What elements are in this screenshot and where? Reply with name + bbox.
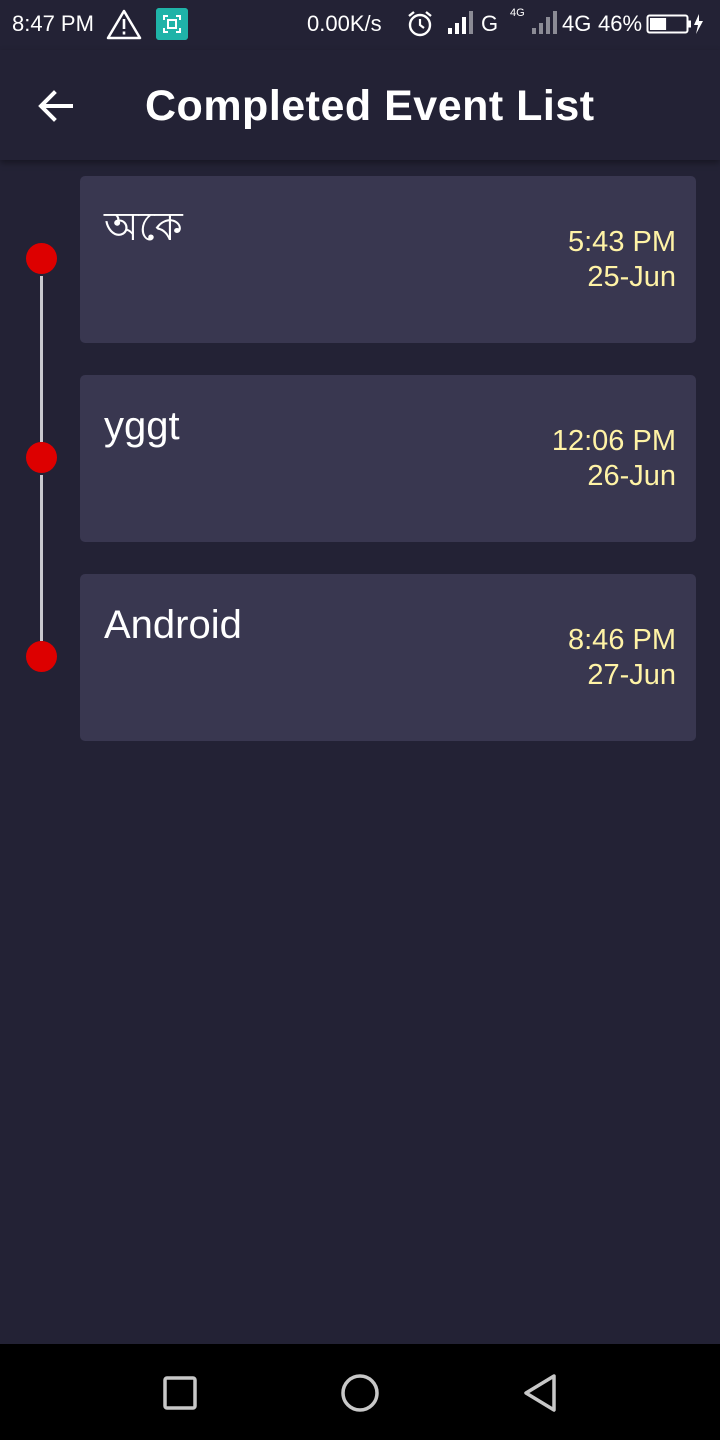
app-bar: Completed Event List [0, 50, 720, 160]
network-small-label: 4G [510, 7, 525, 19]
event-date: 27-Jun [587, 659, 676, 691]
event-time: 8:46 PM [568, 624, 676, 656]
home-icon [341, 1374, 379, 1412]
warning-icon [106, 9, 142, 40]
back-button[interactable] [26, 78, 86, 134]
navigation-bar [0, 1344, 720, 1440]
nav-back-button[interactable] [513, 1366, 567, 1420]
event-date: 26-Jun [587, 460, 676, 492]
signal-icon [532, 11, 557, 34]
screenshot-icon [156, 8, 188, 40]
timeline-dot [26, 442, 57, 473]
network-type-4g: 4G [562, 11, 592, 36]
event-time: 5:43 PM [568, 226, 676, 258]
event-title: অকে [104, 205, 183, 249]
timeline-dot [26, 641, 57, 672]
battery-charging-icon [646, 14, 703, 34]
event-card[interactable]: অকে 5:43 PM 25-Jun [80, 176, 696, 343]
event-card[interactable]: yggt 12:06 PM 26-Jun [80, 375, 696, 542]
event-card[interactable]: Android 8:46 PM 27-Jun [80, 574, 696, 741]
home-button[interactable] [333, 1366, 387, 1420]
network-type-g: G [481, 11, 499, 36]
event-date: 25-Jun [587, 261, 676, 293]
network-speed: 0.00K/s [307, 11, 382, 36]
alarm-icon [408, 11, 432, 37]
status-time: 8:47 PM [12, 11, 94, 36]
recent-apps-icon [163, 1376, 197, 1410]
event-time: 12:06 PM [551, 425, 676, 457]
screen: 8:47 PM 0.00K/s G 4G 4G 46% Completed Ev… [0, 0, 720, 1440]
signal-icon [448, 11, 473, 34]
battery-percent: 46% [598, 11, 643, 36]
page-title: Completed Event List [145, 82, 595, 130]
recent-apps-button[interactable] [153, 1366, 207, 1420]
event-list: অকে 5:43 PM 25-Jun yggt 12:06 PM 26-Jun … [0, 160, 720, 1344]
timeline-connector [40, 276, 43, 442]
event-title: Android [104, 603, 242, 647]
back-triangle-icon [524, 1374, 556, 1412]
timeline-dot [26, 243, 57, 274]
timeline-connector [40, 475, 43, 641]
status-bar: 8:47 PM 0.00K/s G 4G 4G 46% [0, 0, 720, 50]
arrow-left-icon [38, 90, 73, 122]
event-title: yggt [104, 404, 180, 448]
